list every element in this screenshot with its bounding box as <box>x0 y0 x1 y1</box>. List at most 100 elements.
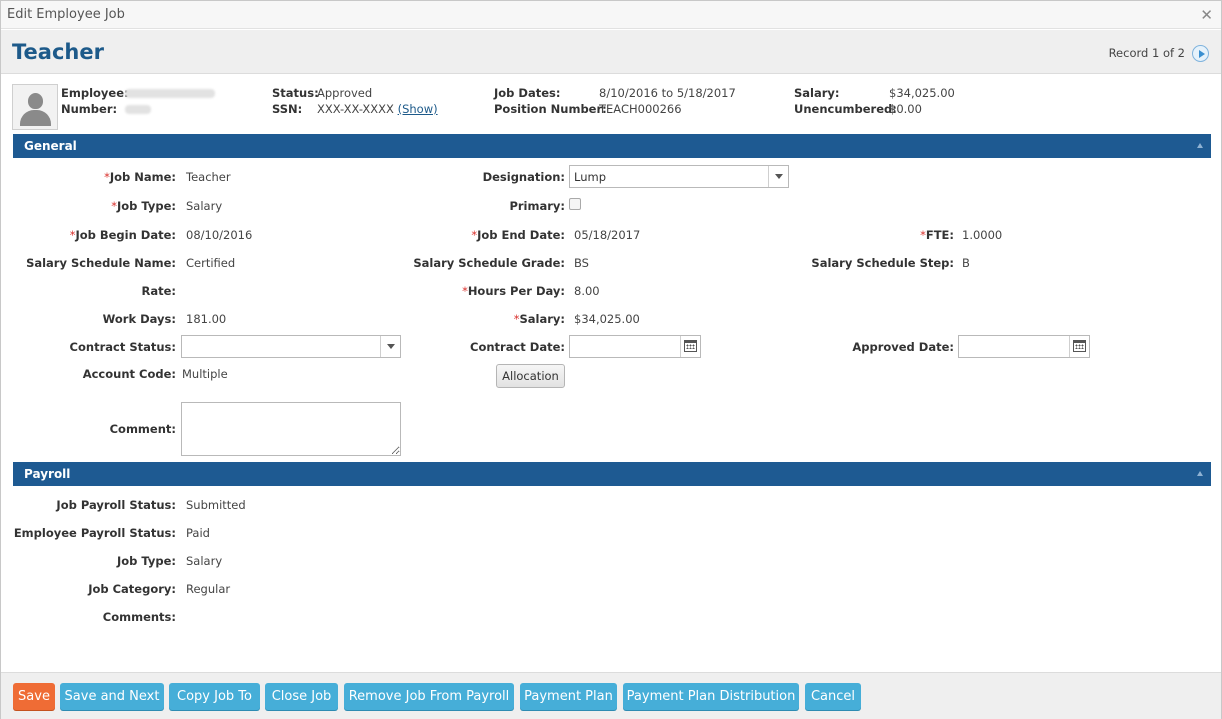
fte-label: *FTE: <box>920 228 954 242</box>
page-title: Teacher <box>12 40 104 64</box>
job-type-value: Salary <box>186 199 223 213</box>
job-end-date-value: 05/18/2017 <box>574 228 641 242</box>
job-category-label: Job Category: <box>88 582 176 596</box>
dropdown-arrow-icon[interactable] <box>768 166 788 187</box>
page-header: Teacher Record 1 of 2 <box>1 30 1221 74</box>
window-title: Edit Employee Job <box>7 7 125 22</box>
next-record-icon[interactable] <box>1192 45 1209 62</box>
primary-checkbox[interactable] <box>569 198 581 210</box>
job-payroll-status-label: Job Payroll Status: <box>56 498 176 512</box>
ssn-label: SSN: <box>272 102 303 116</box>
comment-textarea[interactable] <box>181 402 401 456</box>
payroll-job-type-label: Job Type: <box>116 554 176 568</box>
position-number-label: Position Number: <box>494 102 607 116</box>
account-code-value: Multiple <box>182 367 228 381</box>
salary-schedule-name-label: Salary Schedule Name: <box>26 256 176 270</box>
designation-selected: Lump <box>574 170 606 184</box>
calendar-icon[interactable] <box>680 336 700 357</box>
window-titlebar: Edit Employee Job ✕ <box>1 1 1221 29</box>
contract-status-select[interactable] <box>181 335 401 358</box>
status-label: Status: <box>272 86 319 100</box>
employee-payroll-status-value: Paid <box>186 526 210 540</box>
record-counter: Record 1 of 2 <box>1108 46 1185 60</box>
designation-select[interactable]: Lump <box>569 165 789 188</box>
job-type-label: *Job Type: <box>111 199 176 213</box>
salary-schedule-step-value: B <box>962 256 970 270</box>
general-section-header[interactable]: General <box>13 134 1211 158</box>
remove-job-from-payroll-button[interactable]: Remove Job From Payroll <box>344 683 514 710</box>
contract-status-label: Contract Status: <box>69 340 176 354</box>
payment-plan-button[interactable]: Payment Plan <box>520 683 617 710</box>
contract-date-input[interactable] <box>569 335 701 358</box>
job-end-date-label-text: Job End Date: <box>477 228 565 242</box>
employee-number-redacted <box>125 105 151 114</box>
ssn-masked: XXX-XX-XXXX <box>317 102 394 116</box>
hours-per-day-value: 8.00 <box>574 284 600 298</box>
salary-schedule-grade-label: Salary Schedule Grade: <box>413 256 565 270</box>
employee-payroll-status-label: Employee Payroll Status: <box>13 526 176 540</box>
employee-name-redacted <box>125 89 215 98</box>
collapse-icon[interactable] <box>1197 143 1203 148</box>
comment-label: Comment: <box>109 422 176 436</box>
job-begin-date-label-text: Job Begin Date: <box>75 228 176 242</box>
summary-salary-label: Salary: <box>794 86 840 100</box>
approved-date-input[interactable] <box>958 335 1090 358</box>
contract-date-label: Contract Date: <box>470 340 565 354</box>
position-number-value: TEACH000266 <box>599 102 682 116</box>
ssn-show-link[interactable]: (Show) <box>398 102 438 116</box>
collapse-icon[interactable] <box>1197 471 1203 476</box>
ssn-value: XXX-XX-XXXX (Show) <box>317 102 438 116</box>
rate-label: Rate: <box>141 284 176 298</box>
salary-schedule-name-value: Certified <box>186 256 236 270</box>
salary-label: *Salary: <box>513 312 565 326</box>
copy-job-to-button[interactable]: Copy Job To <box>169 683 260 710</box>
dropdown-arrow-icon[interactable] <box>380 336 400 357</box>
job-dates-value: 8/10/2016 to 5/18/2017 <box>599 86 736 100</box>
job-name-label-text: Job Name: <box>109 170 176 184</box>
approved-date-label: Approved Date: <box>852 340 954 354</box>
payment-plan-distribution-button[interactable]: Payment Plan Distribution <box>623 683 799 710</box>
payroll-comments-label: Comments: <box>102 610 176 624</box>
salary-value: $34,025.00 <box>574 312 640 326</box>
fte-label-text: FTE: <box>925 228 954 242</box>
employee-summary: Employee: Number: Status: Approved SSN: … <box>1 79 1221 133</box>
primary-label: Primary: <box>509 199 565 213</box>
status-value: Approved <box>317 86 373 100</box>
close-icon[interactable]: ✕ <box>1200 6 1213 24</box>
job-name-label: *Job Name: <box>104 170 176 184</box>
designation-label: Designation: <box>482 170 565 184</box>
job-dates-label: Job Dates: <box>494 86 561 100</box>
job-begin-date-value: 08/10/2016 <box>186 228 253 242</box>
number-label: Number: <box>61 102 118 116</box>
job-category-value: Regular <box>186 582 231 596</box>
avatar-placeholder-icon <box>12 84 58 130</box>
work-days-label: Work Days: <box>102 312 176 326</box>
account-code-label: Account Code: <box>82 367 176 381</box>
hours-per-day-label-text: Hours Per Day: <box>467 284 565 298</box>
job-end-date-label: *Job End Date: <box>471 228 565 242</box>
payroll-section-header[interactable]: Payroll <box>13 462 1211 486</box>
payroll-job-type-value: Salary <box>186 554 223 568</box>
close-job-button[interactable]: Close Job <box>265 683 338 710</box>
unencumbered-label: Unencumbered: <box>794 102 897 116</box>
fte-value: 1.0000 <box>962 228 1003 242</box>
salary-schedule-grade-value: BS <box>574 256 589 270</box>
save-and-next-button[interactable]: Save and Next <box>60 683 164 710</box>
salary-schedule-step-label: Salary Schedule Step: <box>811 256 954 270</box>
save-button[interactable]: Save <box>13 683 55 710</box>
salary-label-text: Salary: <box>519 312 565 326</box>
summary-salary-value: $34,025.00 <box>889 86 955 100</box>
work-days-value: 181.00 <box>186 312 227 326</box>
calendar-icon[interactable] <box>1069 336 1089 357</box>
cancel-button[interactable]: Cancel <box>805 683 861 710</box>
allocation-button[interactable]: Allocation <box>496 364 565 388</box>
job-type-label-text: Job Type: <box>116 199 176 213</box>
job-name-value: Teacher <box>186 170 231 184</box>
employee-label: Employee: <box>61 86 129 100</box>
edit-employee-job-window: Edit Employee Job ✕ Teacher Record 1 of … <box>0 0 1222 719</box>
unencumbered-value: $0.00 <box>889 102 922 116</box>
footer-toolbar: Save Save and Next Copy Job To Close Job… <box>1 672 1221 719</box>
general-section-title: General <box>24 139 77 153</box>
job-begin-date-label: *Job Begin Date: <box>69 228 176 242</box>
hours-per-day-label: *Hours Per Day: <box>462 284 565 298</box>
